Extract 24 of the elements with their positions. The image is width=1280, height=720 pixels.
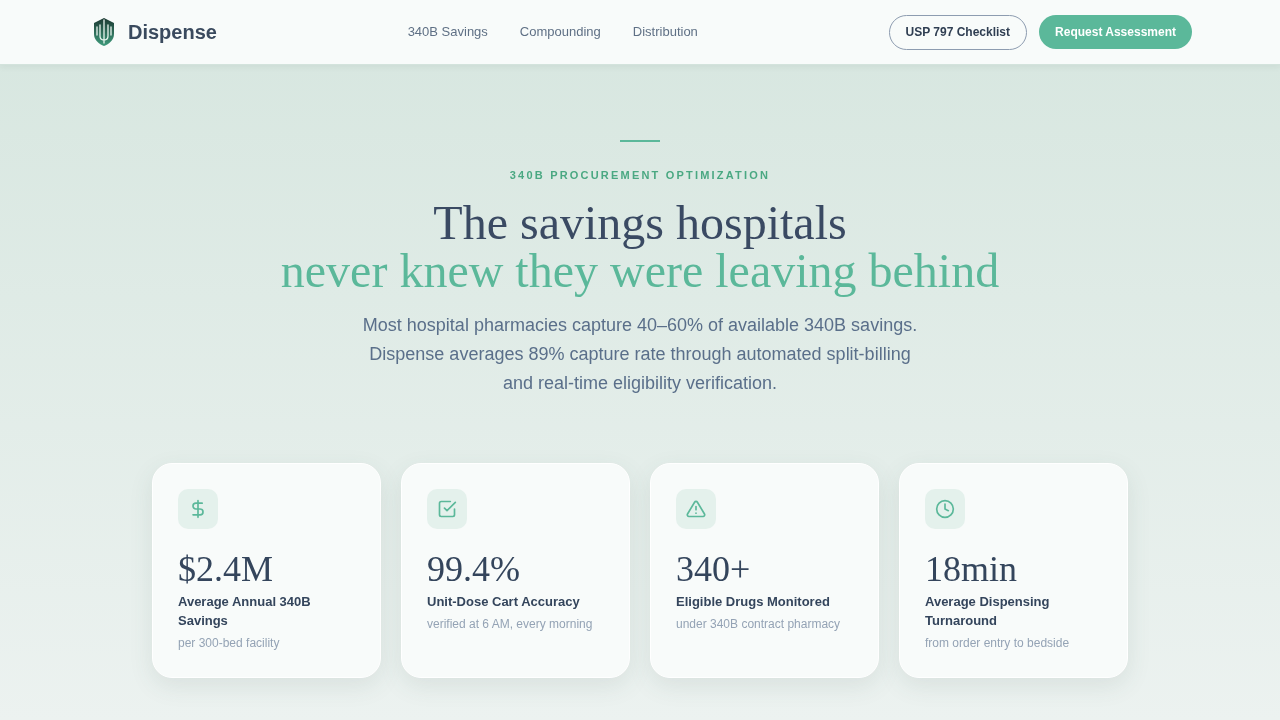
stat-label: Eligible Drugs Monitored [676,593,830,611]
stat-note: from order entry to bedside [925,635,1070,652]
clock-icon [925,489,965,529]
stat-value: 99.4% [427,548,520,590]
checked-box-icon [427,489,467,529]
brand-name[interactable]: Dispense [128,22,217,42]
stat-label: Average Annual 340B Savings [178,593,312,630]
nav-link[interactable]: Distribution [632,22,698,42]
accent-rule [620,140,660,142]
stat-label: Average Dispensing Turnaround [925,593,1051,630]
eyebrow-label: 340B PROCUREMENT OPTIMIZATION [509,168,771,183]
nav-link[interactable]: 340B Savings [407,22,488,42]
dollar-sign-icon [178,489,218,529]
shield-logo-icon [92,17,116,47]
stat-value: 18min [925,548,1017,590]
stat-note: verified at 6 AM, every morning [427,616,593,633]
stat-value: 340+ [676,548,751,590]
hero-description: Most hospital pharmacies capture 40–60% of available 340B savings. Dispense averages 89% capture rate through automated split-billing and real-time eligibility verification. [361,314,919,395]
stat-note: per 300-bed facility [178,635,280,652]
stat-note: under 340B contract pharmacy [676,616,841,633]
nav-link[interactable]: Compounding [519,22,601,42]
stat-value: $2.4M [178,548,273,590]
hero-headline: The savings hospitals never knew they were leaving behind [280,199,1000,295]
stat-label: Unit-Dose Cart Accuracy [427,593,580,611]
